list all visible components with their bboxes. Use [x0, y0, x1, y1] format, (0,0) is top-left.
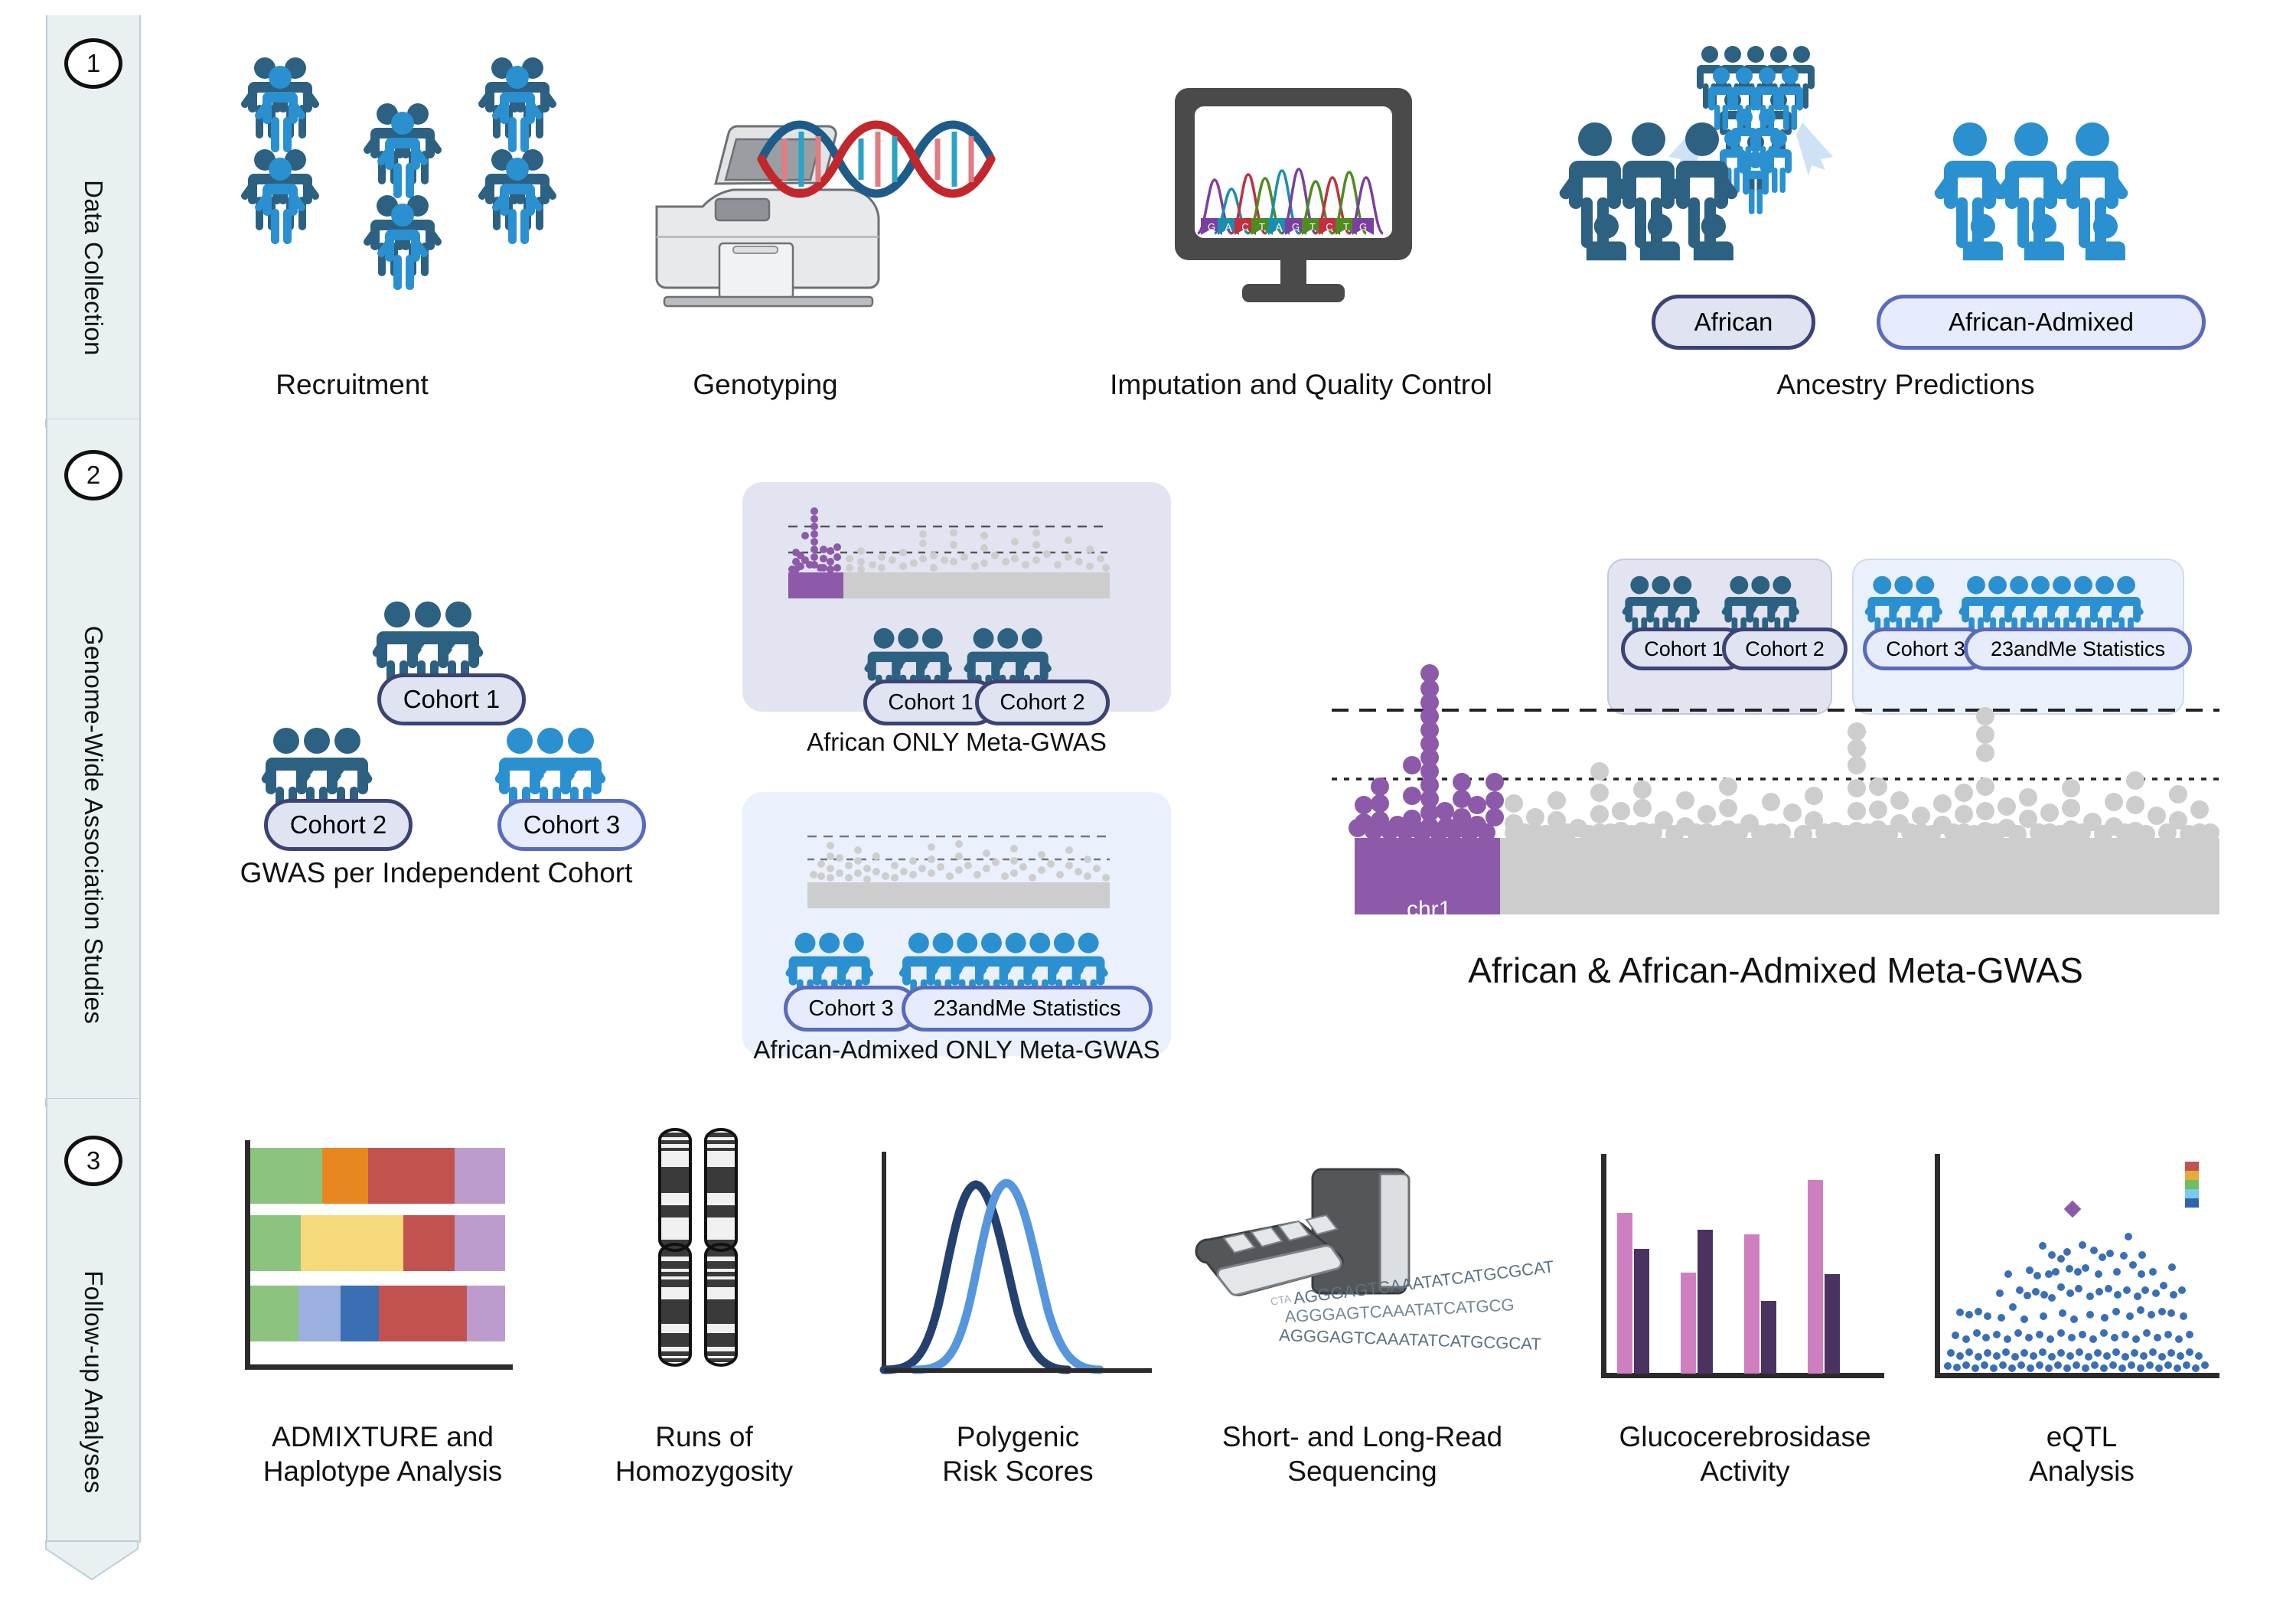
african-only-meta-gwas-caption: African ONLY Meta-GWAS	[807, 728, 1107, 756]
workflow-stage-sidebar: 1 Data Collection 2 Genome-Wide Associat…	[45, 15, 141, 1584]
sidebar-step-3[interactable]: 3 Follow-up Analyses	[46, 1099, 141, 1543]
admixture-bar-3-seg-blue	[341, 1286, 379, 1341]
runs-of-homozygosity-caption-line2: Homozygosity	[615, 1455, 794, 1487]
african-admixed-only-meta-gwas-caption: African-Admixed ONLY Meta-GWAS	[753, 1035, 1160, 1064]
admixture-y-axis	[245, 1140, 250, 1370]
prs-caption-line1: Polygenic	[956, 1421, 1080, 1452]
gba-y-axis	[1601, 1154, 1606, 1378]
eqtl-x-axis	[1935, 1373, 2219, 1378]
svg-text:T: T	[1309, 221, 1316, 233]
african-only-mini-manhattan	[788, 507, 1110, 598]
sidebar-step-3-chevron-point	[45, 1540, 139, 1581]
badge-cohort-2-independent[interactable]: Cohort 2	[264, 799, 413, 851]
sidebar-step-1[interactable]: 1 Data Collection	[46, 15, 141, 421]
admixture-bar-2-seg-green	[250, 1215, 301, 1271]
svg-text:A: A	[1225, 221, 1232, 233]
badge-admixed-panel-cohort-3[interactable]: Cohort 3	[784, 986, 918, 1032]
meta-gwas-caption: African & African-Admixed Meta-GWAS	[1468, 950, 2083, 990]
admixture-bar-3-seg-red	[379, 1286, 467, 1341]
gba-caption-line1: Glucocerebrosidase	[1619, 1421, 1871, 1452]
imputation-quality-control-caption: Imputation and Quality Control	[1110, 369, 1492, 400]
gba-bar-group2-pink	[1681, 1273, 1696, 1374]
admixture-bar-1-seg-green	[250, 1148, 322, 1204]
ancestry-predictions-caption: Ancestry Predictions	[1776, 369, 2035, 400]
runs-of-homozygosity-caption-line1: Runs of	[655, 1421, 753, 1452]
svg-text:G: G	[1359, 221, 1367, 233]
badge-meta-23andme[interactable]: 23andMe Statistics	[1964, 627, 2192, 670]
svg-text:C: C	[1241, 221, 1248, 233]
badge-cohort-1-independent[interactable]: Cohort 1	[377, 673, 526, 725]
admixture-bar-2-seg-red	[403, 1215, 455, 1271]
eqtl-scatter-points	[1944, 1200, 2209, 1372]
svg-text:CTA: CTA	[1270, 1292, 1293, 1308]
prs-caption-line2: Risk Scores	[942, 1455, 1094, 1487]
eqtl-y-axis	[1935, 1154, 1940, 1378]
genotyping-caption: Genotyping	[693, 369, 838, 400]
svg-text:AGGGAGTCAAATATCATGCGCAT: AGGGAGTCAAATATCATGCGCAT	[1279, 1325, 1541, 1354]
manhattan-chr1-label: chr1	[1407, 897, 1452, 922]
gba-bar-group4-pink	[1808, 1180, 1823, 1374]
admixture-bar-1-seg-orange	[322, 1148, 368, 1204]
badge-cohort-3-independent[interactable]: Cohort 3	[497, 799, 646, 851]
meta-gwas-manhattan-plot	[1332, 664, 2219, 914]
sequencing-caption-line1: Short- and Long-Read	[1221, 1421, 1503, 1452]
african-admixed-only-mini-manhattan	[807, 835, 1110, 908]
sidebar-step-2-label: Genome-Wide Association Studies	[80, 625, 108, 1025]
gba-bar-group1-pink	[1617, 1213, 1632, 1374]
gba-bar-group3-purple	[1761, 1301, 1776, 1374]
badge-admixed-panel-23andme[interactable]: 23andMe Statistics	[902, 986, 1153, 1032]
gba-bar-group3-pink	[1744, 1234, 1760, 1374]
prs-density-curves	[879, 1178, 1152, 1374]
svg-text:G: G	[1292, 221, 1300, 233]
sidebar-step-1-label: Data Collection	[80, 180, 108, 356]
admixture-bar-1-seg-lavender	[455, 1148, 505, 1204]
sidebar-step-2-number: 2	[64, 450, 122, 500]
sidebar-step-2[interactable]: 2 Genome-Wide Association Studies	[46, 419, 141, 1100]
ancestry-predictions-figure	[1559, 46, 2128, 261]
gwas-per-cohort-caption: GWAS per Independent Cohort	[240, 857, 633, 888]
gba-bar-group1-purple	[1634, 1249, 1649, 1374]
eqtl-caption-line1: eQTL	[2046, 1421, 2118, 1452]
svg-text:C: C	[1326, 221, 1332, 233]
sidebar-step-1-number: 1	[64, 38, 122, 89]
imputation-quality-control-monitor: G A C T A G T C T G	[1175, 88, 1412, 302]
sequencing-instruments-icon: CTA AGGGAGTCAAATATCATGCGCAT AGGGAGTCAAAT…	[1195, 1168, 1555, 1354]
admixture-bar-3-seg-lavender	[467, 1286, 505, 1341]
badge-meta-cohort-2[interactable]: Cohort 2	[1722, 627, 1848, 670]
recruitment-people-cluster	[241, 57, 556, 290]
african-group-icon	[1559, 122, 1738, 261]
svg-text:T: T	[1259, 221, 1265, 233]
admixture-caption-line2: Haplotype Analysis	[263, 1455, 503, 1487]
badge-african-panel-cohort-2[interactable]: Cohort 2	[975, 680, 1110, 725]
eqtl-caption-line2: Analysis	[2029, 1455, 2135, 1487]
badge-african[interactable]: African	[1652, 295, 1815, 350]
gba-bar-group2-purple	[1698, 1230, 1713, 1374]
admixture-bar-2-seg-lavender	[455, 1215, 505, 1271]
admixture-caption-line1: ADMIXTURE and	[272, 1421, 494, 1452]
svg-text:T: T	[1343, 221, 1349, 233]
eqtl-colorbar-legend	[2185, 1162, 2199, 1208]
sidebar-step-3-label: Follow-up Analyses	[80, 1270, 108, 1494]
admixture-bar-3-seg-green	[250, 1286, 298, 1341]
sidebar-step-3-number: 3	[64, 1136, 122, 1186]
gba-caption-line2: Activity	[1700, 1455, 1790, 1487]
sequencing-caption-line2: Sequencing	[1287, 1455, 1437, 1487]
gba-bar-group4-purple	[1825, 1274, 1840, 1374]
admixture-x-axis	[245, 1364, 513, 1370]
svg-text:A: A	[1276, 221, 1283, 233]
badge-african-admixed[interactable]: African-Admixed	[1877, 295, 2206, 350]
recruitment-caption: Recruitment	[276, 369, 429, 400]
admixture-bar-1-seg-red	[368, 1148, 455, 1204]
gba-x-axis	[1601, 1373, 1884, 1378]
african-admixed-group-icon	[1934, 122, 2128, 261]
admixture-bar-3-seg-lightblue	[298, 1286, 341, 1341]
runs-of-homozygosity-chromosomes	[658, 1128, 738, 1367]
admixture-bar-2-seg-yellow	[301, 1215, 403, 1271]
genotyping-sequencer-icon	[655, 120, 996, 308]
svg-text:G: G	[1208, 221, 1215, 233]
